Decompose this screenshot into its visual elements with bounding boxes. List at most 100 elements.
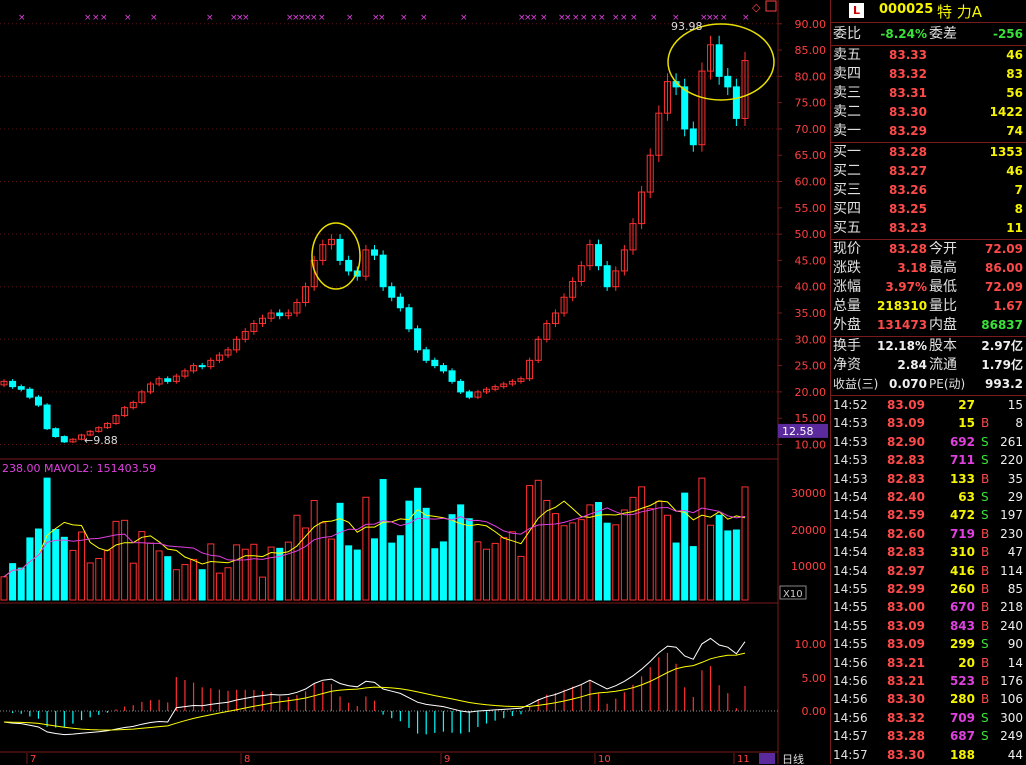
candle-body xyxy=(448,370,456,382)
candle-body xyxy=(414,328,422,351)
candlesticks xyxy=(0,35,749,443)
tick-row[interactable]: 14:54 82.60 719 B 230 xyxy=(831,525,1026,543)
price-axis-label: 60.00 xyxy=(795,176,827,189)
tick-row[interactable]: 14:57 83.28 687 S 249 xyxy=(831,727,1026,745)
candle-body xyxy=(422,349,430,361)
tick-side: B xyxy=(981,526,990,541)
window-icon[interactable] xyxy=(765,0,777,12)
volume-bar xyxy=(26,537,34,601)
volume-bar xyxy=(526,485,534,601)
scroll-handle[interactable] xyxy=(759,753,775,764)
tick-price: 83.09 xyxy=(887,637,925,652)
tick-price: 83.28 xyxy=(887,729,925,744)
tick-row[interactable]: 14:55 83.09 299 S 90 xyxy=(831,635,1026,653)
volume-bar xyxy=(620,509,628,601)
stock-code[interactable]: 000025 xyxy=(879,2,933,17)
volume-bar xyxy=(224,567,232,601)
tick-count: 29 xyxy=(1007,490,1023,504)
volume-bar xyxy=(60,536,68,601)
signal-marker: × xyxy=(742,13,750,23)
tick-volume: 188 xyxy=(949,747,975,762)
volume-bar xyxy=(129,562,137,601)
tick-price: 83.09 xyxy=(887,618,925,633)
tick-count: 230 xyxy=(1000,526,1023,541)
tick-row[interactable]: 14:54 82.40 63 S 29 xyxy=(831,488,1026,506)
ask-row[interactable]: 卖三 83.31 56 xyxy=(831,84,1026,103)
tick-row[interactable]: 14:53 82.83 133 B 35 xyxy=(831,470,1026,488)
volume-bar xyxy=(0,576,8,601)
huanshou-label: 换手 xyxy=(833,338,861,354)
volume-bar xyxy=(405,500,413,601)
signal-marker: × xyxy=(100,13,108,23)
tick-row[interactable]: 14:57 83.30 188 44 xyxy=(831,746,1026,764)
volume-header: 238.00 MAVOL2: 151403.59 xyxy=(2,462,156,475)
ask-row[interactable]: 卖一 83.29 74 xyxy=(831,122,1026,141)
tick-time: 14:53 xyxy=(833,453,868,468)
tick-price: 83.30 xyxy=(887,692,925,707)
volume-bar xyxy=(457,504,465,601)
volume-bar xyxy=(198,569,206,601)
bid-row[interactable]: 买一 83.28 1353 xyxy=(831,143,1026,162)
period-label[interactable]: 日线 xyxy=(782,752,804,764)
ask-row[interactable]: 卖五 83.33 46 xyxy=(831,46,1026,65)
tick-row[interactable]: 14:56 83.21 523 B 176 xyxy=(831,672,1026,690)
signal-marker: × xyxy=(612,13,620,23)
tick-count: 47 xyxy=(1007,545,1023,560)
volume-bar xyxy=(336,502,344,601)
candle-body xyxy=(715,44,723,77)
tick-row[interactable]: 14:54 82.59 472 S 197 xyxy=(831,506,1026,524)
tick-row[interactable]: 14:56 83.21 20 B 14 xyxy=(831,654,1026,672)
bid-label: 买二 xyxy=(833,163,861,179)
bid-row[interactable]: 买二 83.27 46 xyxy=(831,162,1026,181)
stock-logo: L xyxy=(849,3,864,18)
signal-marker: × xyxy=(92,13,100,23)
tick-count: 15 xyxy=(1007,398,1023,412)
tick-time: 14:54 xyxy=(833,545,868,560)
tick-row[interactable]: 14:55 83.09 843 B 240 xyxy=(831,617,1026,635)
bid-row[interactable]: 买四 83.25 8 xyxy=(831,200,1026,219)
ask-row[interactable]: 卖四 83.32 83 xyxy=(831,65,1026,84)
tick-row[interactable]: 14:53 82.83 711 S 220 xyxy=(831,451,1026,469)
candle-body xyxy=(26,388,34,398)
tick-row[interactable]: 14:56 83.32 709 S 300 xyxy=(831,709,1026,727)
bid-row[interactable]: 买五 83.23 11 xyxy=(831,219,1026,238)
tick-row[interactable]: 14:56 83.30 280 B 106 xyxy=(831,690,1026,708)
tick-row[interactable]: 14:55 83.00 670 B 218 xyxy=(831,598,1026,616)
signal-marker: × xyxy=(630,13,638,23)
tick-row[interactable]: 14:53 82.90 692 S 261 xyxy=(831,433,1026,451)
volume-bar xyxy=(672,542,680,601)
zhangdie-value: 3.18 xyxy=(897,261,927,275)
volume-bar xyxy=(569,522,577,601)
volume-bar xyxy=(267,546,275,601)
volume-bar xyxy=(258,576,266,601)
signal-marker: × xyxy=(124,13,132,23)
tick-row[interactable]: 14:53 83.09 15 B 8 xyxy=(831,414,1026,432)
bid-row[interactable]: 买三 83.26 7 xyxy=(831,181,1026,200)
tick-row[interactable]: 14:54 82.97 416 B 114 xyxy=(831,562,1026,580)
tick-count: 8 xyxy=(1015,416,1023,431)
signal-marker: × xyxy=(650,13,658,23)
jinkai-label: 今开 xyxy=(929,241,957,257)
tick-row[interactable]: 14:55 82.99 260 B 85 xyxy=(831,580,1026,598)
bid-price: 83.23 xyxy=(889,221,927,235)
bid-volume: 11 xyxy=(1006,221,1023,235)
quote-row: 涨跌 3.18 最高 86.00 xyxy=(831,259,1026,278)
signal-marker: × xyxy=(712,13,720,23)
stock-name[interactable]: 特 力A xyxy=(937,1,982,22)
tick-volume: 670 xyxy=(949,600,975,615)
liutong-label: 流通 xyxy=(929,357,957,373)
volume-bar xyxy=(551,513,559,601)
bid-volume: 8 xyxy=(1014,202,1023,216)
volume-bar xyxy=(293,514,301,601)
candle-body xyxy=(732,86,740,119)
diamond-icon[interactable]: ◇ xyxy=(752,1,761,14)
tick-price: 82.59 xyxy=(887,508,925,523)
ask-volume: 1422 xyxy=(989,105,1023,119)
huanshou-value: 12.18% xyxy=(877,339,927,353)
volume-bar xyxy=(233,544,241,601)
candle-body xyxy=(43,404,51,430)
tick-row[interactable]: 14:52 83.09 27 15 xyxy=(831,396,1026,414)
ask-row[interactable]: 卖二 83.30 1422 xyxy=(831,103,1026,122)
tick-row[interactable]: 14:54 82.83 310 B 47 xyxy=(831,543,1026,561)
kline-chart-area[interactable]: 90.0085.0080.0075.0070.0065.0060.0055.00… xyxy=(0,0,830,764)
